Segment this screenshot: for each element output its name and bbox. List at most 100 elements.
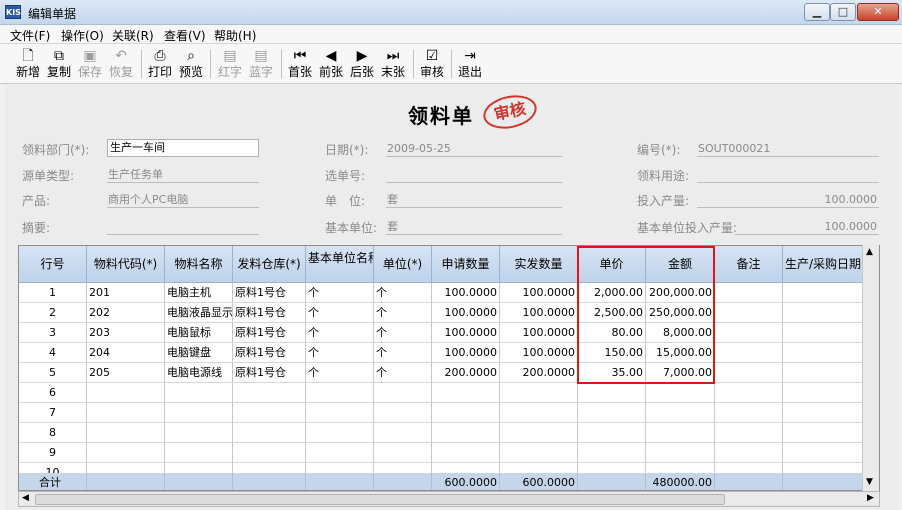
cell-base-unit-name[interactable] <box>306 403 374 423</box>
cell-material-code[interactable]: 204 <box>87 343 165 363</box>
cell-base-unit-name[interactable]: 个 <box>306 363 374 383</box>
vertical-scrollbar[interactable]: ▲ ▼ <box>862 245 879 491</box>
cell-production-date[interactable] <box>783 443 864 463</box>
date-field[interactable]: 2009-05-25 <box>386 141 562 157</box>
col-remark[interactable]: 备注 <box>715 246 783 283</box>
cell-material-name[interactable]: 电脑键盘 <box>165 343 233 363</box>
col-production-date[interactable]: 生产/采购日期 <box>783 246 864 283</box>
col-unit[interactable]: 单位(*) <box>374 246 432 283</box>
cell-unit[interactable]: 个 <box>374 303 432 323</box>
previous-button[interactable]: ◀ 前张 <box>315 47 347 81</box>
cell-issued-qty[interactable] <box>500 443 578 463</box>
cell-issued-qty[interactable]: 100.0000 <box>500 323 578 343</box>
cell-remark[interactable] <box>715 403 783 423</box>
scroll-left-icon[interactable]: ◀ <box>22 493 29 503</box>
col-line-no[interactable]: 行号 <box>19 246 87 283</box>
cell-unit[interactable] <box>374 423 432 443</box>
cell-material-name[interactable] <box>165 443 233 463</box>
source-type-field[interactable]: 生产任务单 <box>107 167 259 183</box>
cell-material-code[interactable]: 203 <box>87 323 165 343</box>
cell-material-name[interactable]: 电脑主机 <box>165 283 233 303</box>
cell-remark[interactable] <box>715 343 783 363</box>
cell-remark[interactable] <box>715 303 783 323</box>
number-field[interactable]: SOUT000021 <box>697 141 879 157</box>
cell-unit[interactable] <box>374 383 432 403</box>
cell-warehouse[interactable]: 原料1号仓 <box>233 343 306 363</box>
unit-field[interactable]: 套 <box>386 192 562 208</box>
cell-requested-qty[interactable]: 100.0000 <box>432 283 500 303</box>
cell-unit-price[interactable] <box>578 423 646 443</box>
col-material-code[interactable]: 物料代码(*) <box>87 246 165 283</box>
cell-production-date[interactable] <box>783 343 864 363</box>
cell-issued-qty[interactable]: 100.0000 <box>500 283 578 303</box>
cell-unit-price[interactable] <box>578 403 646 423</box>
cell-unit[interactable]: 个 <box>374 283 432 303</box>
cell-material-code[interactable]: 202 <box>87 303 165 323</box>
cell-warehouse[interactable]: 原料1号仓 <box>233 323 306 343</box>
cell-production-date[interactable] <box>783 323 864 343</box>
cell-warehouse[interactable]: 原料1号仓 <box>233 303 306 323</box>
cell-line-no[interactable]: 2 <box>19 303 87 323</box>
menu-operation[interactable]: 操作(O) <box>61 27 104 44</box>
cell-production-date[interactable] <box>783 303 864 323</box>
cell-line-no[interactable]: 3 <box>19 323 87 343</box>
cell-requested-qty[interactable] <box>432 423 500 443</box>
cell-amount[interactable] <box>646 443 715 463</box>
cell-unit[interactable] <box>374 443 432 463</box>
cell-material-name[interactable] <box>165 423 233 443</box>
cell-unit[interactable]: 个 <box>374 323 432 343</box>
cell-requested-qty[interactable] <box>432 383 500 403</box>
cell-remark[interactable] <box>715 443 783 463</box>
close-button[interactable]: ✕ <box>857 3 899 21</box>
cell-amount[interactable]: 8,000.00 <box>646 323 715 343</box>
cell-amount[interactable]: 7,000.00 <box>646 363 715 383</box>
cell-material-name[interactable] <box>165 403 233 423</box>
cell-amount[interactable]: 200,000.00 <box>646 283 715 303</box>
input-qty-field[interactable]: 100.0000 <box>697 192 879 208</box>
cell-remark[interactable] <box>715 283 783 303</box>
cell-unit[interactable]: 个 <box>374 343 432 363</box>
cell-material-code[interactable] <box>87 403 165 423</box>
cell-base-unit-name[interactable] <box>306 423 374 443</box>
cell-base-unit-name[interactable]: 个 <box>306 343 374 363</box>
product-field[interactable]: 商用个人PC电脑 <box>107 192 259 208</box>
cell-issued-qty[interactable] <box>500 423 578 443</box>
cell-requested-qty[interactable]: 100.0000 <box>432 303 500 323</box>
col-material-name[interactable]: 物料名称 <box>165 246 233 283</box>
cell-material-code[interactable] <box>87 383 165 403</box>
menu-help[interactable]: 帮助(H) <box>214 27 256 44</box>
cell-line-no[interactable]: 8 <box>19 423 87 443</box>
table-row[interactable]: 4 204 电脑键盘 原料1号仓个个 100.0000 100.0000 150.00 15,… <box>19 343 864 363</box>
preview-button[interactable]: ⌕ 预览 <box>175 47 207 81</box>
cell-amount[interactable]: 250,000.00 <box>646 303 715 323</box>
cell-amount[interactable] <box>646 403 715 423</box>
cell-material-code[interactable]: 205 <box>87 363 165 383</box>
cell-line-no[interactable]: 7 <box>19 403 87 423</box>
scroll-down-icon[interactable]: ▼ <box>866 477 873 487</box>
table-row[interactable]: 3 203 电脑鼠标 原料1号仓个个 100.0000 100.0000 80.00 8,00… <box>19 323 864 343</box>
col-requested-qty[interactable]: 申请数量 <box>432 246 500 283</box>
cell-warehouse[interactable] <box>233 443 306 463</box>
new-button[interactable]: 🗋 新增 <box>12 47 44 81</box>
cell-amount[interactable] <box>646 383 715 403</box>
cell-requested-qty[interactable]: 100.0000 <box>432 343 500 363</box>
cell-line-no[interactable]: 5 <box>19 363 87 383</box>
cell-amount[interactable]: 15,000.00 <box>646 343 715 363</box>
cell-line-no[interactable]: 6 <box>19 383 87 403</box>
cell-requested-qty[interactable] <box>432 443 500 463</box>
cell-material-code[interactable]: 201 <box>87 283 165 303</box>
cell-requested-qty[interactable]: 200.0000 <box>432 363 500 383</box>
cell-base-unit-name[interactable] <box>306 443 374 463</box>
cell-unit-price[interactable]: 35.00 <box>578 363 646 383</box>
col-amount[interactable]: 金额 <box>646 246 715 283</box>
scroll-right-icon[interactable]: ▶ <box>867 493 874 503</box>
print-button[interactable]: ⎙ 打印 <box>144 47 176 81</box>
copy-button[interactable]: ⧉ 复制 <box>43 47 75 81</box>
cell-unit-price[interactable]: 80.00 <box>578 323 646 343</box>
col-warehouse[interactable]: 发料仓库(*) <box>233 246 306 283</box>
cell-unit[interactable] <box>374 403 432 423</box>
menu-file[interactable]: 文件(F) <box>10 27 50 44</box>
first-button[interactable]: ⏮ 首张 <box>284 47 316 81</box>
next-button[interactable]: ▶ 后张 <box>346 47 378 81</box>
source-no-field[interactable] <box>386 167 562 183</box>
